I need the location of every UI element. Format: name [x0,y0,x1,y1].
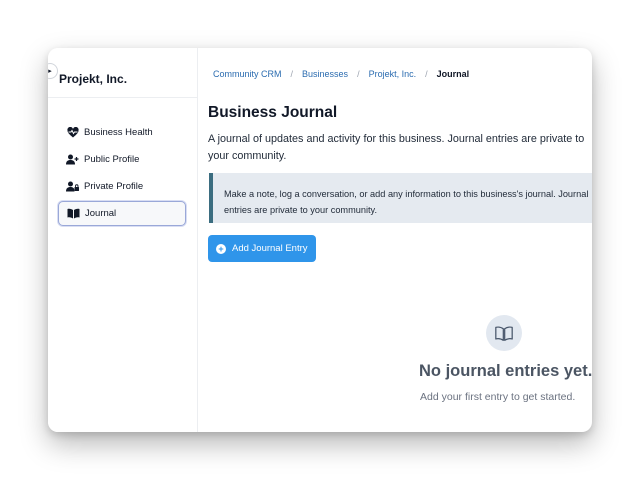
add-journal-entry-label: Add Journal Entry [232,243,308,254]
book-open-icon [67,208,80,220]
plus-circle-icon: + [216,243,226,254]
user-lock-icon [66,181,79,193]
sidebar-item-label: Journal [85,208,117,219]
breadcrumb-separator: / [425,69,428,79]
sidebar: Projekt, Inc. Business Health Public Pro… [48,48,198,432]
empty-state-title: No journal entries yet. [419,362,592,380]
user-plus-icon [66,154,79,166]
breadcrumb-business[interactable]: Projekt, Inc. [369,69,417,79]
sidebar-item-journal[interactable]: Journal [58,201,186,226]
sidebar-item-label: Public Profile [84,154,140,165]
heart-pulse-icon [66,127,79,139]
breadcrumb-businesses[interactable]: Businesses [302,69,348,79]
breadcrumb: Community CRM / Businesses / Projekt, In… [213,69,469,79]
chevron-right-icon: ▸ [48,68,52,75]
empty-state-book-icon [486,315,522,351]
sidebar-divider [48,97,197,98]
breadcrumb-current: Journal [436,69,470,79]
sidebar-item-label: Private Profile [84,181,144,192]
sidebar-item-private-profile[interactable]: Private Profile [58,174,186,199]
breadcrumb-community-crm[interactable]: Community CRM [213,69,282,79]
main-content: Community CRM / Businesses / Projekt, In… [198,48,592,432]
page-description: A journal of updates and activity for th… [208,133,585,162]
add-journal-entry-button[interactable]: + Add Journal Entry [208,235,316,262]
sidebar-item-public-profile[interactable]: Public Profile [58,147,186,172]
breadcrumb-separator: / [290,69,294,79]
app-window: Projekt, Inc. Business Health Public Pro… [48,48,592,432]
sidebar-item-label: Business Health [84,127,153,138]
business-name: Projekt, Inc. [59,72,128,86]
empty-state-subtitle: Add your first entry to get started. [420,391,576,403]
page-title: Business Journal [208,104,338,121]
info-callout: Make a note, log a conversation, or add … [209,173,592,223]
sidebar-item-business-health[interactable]: Business Health [58,120,186,145]
breadcrumb-separator: / [357,69,360,79]
sidebar-nav: Business Health Public Profile Private P… [58,120,186,228]
